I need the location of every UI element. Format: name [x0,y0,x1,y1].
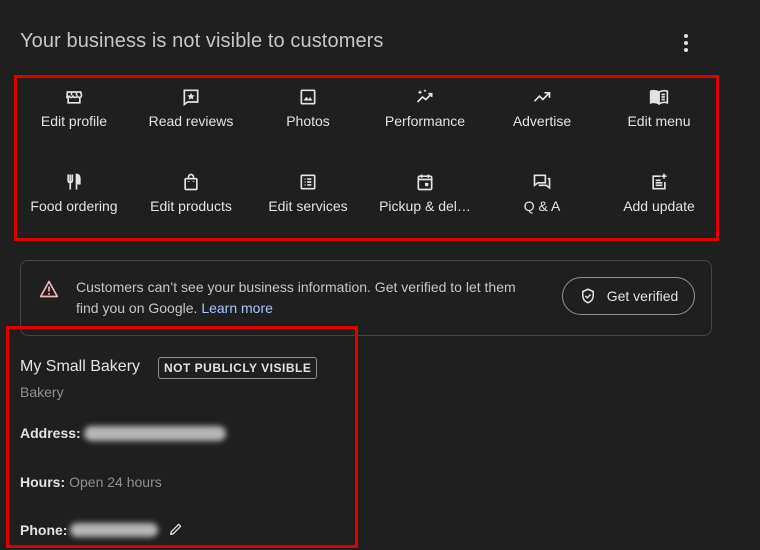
action-label: Edit services [268,198,348,214]
hours-label: Hours: [20,474,66,490]
action-label: Edit profile [40,113,108,129]
action-label: Performance [384,113,466,129]
address-label: Address: [20,425,81,441]
chat-bubbles-icon [531,171,553,193]
quick-actions-grid: Edit profile Read reviews Photos Perform… [16,76,716,240]
shopping-bag-icon [180,171,202,193]
q-and-a-button[interactable]: Q & A [482,161,602,217]
action-label: Q & A [523,198,561,214]
photos-button[interactable]: Photos [248,76,368,132]
action-label: Edit products [150,198,232,214]
action-label: Add update [623,198,695,214]
verified-shield-icon [579,287,597,305]
edit-products-button[interactable]: Edit products [131,161,251,217]
warning-icon [39,279,59,299]
restaurant-icon [63,171,85,193]
page-title: Your business is not visible to customer… [20,30,384,52]
more-options-button[interactable] [676,30,696,56]
storefront-icon [63,86,85,108]
redacted-phone [70,523,158,537]
alert-message: Customers can’t see your business inform… [76,277,536,319]
action-label: Advertise [512,113,572,129]
phone-row: Phone: [20,522,67,538]
phone-label: Phone: [20,522,68,538]
hours-row: Hours: Open 24 hours [20,474,162,490]
list-box-icon [297,171,319,193]
get-verified-button[interactable]: Get verified [562,277,695,315]
performance-button[interactable]: Performance [365,76,485,132]
edit-profile-button[interactable]: Edit profile [14,76,134,132]
star-box-icon [180,86,202,108]
calendar-icon [414,171,436,193]
business-name: My Small Bakery [20,358,141,375]
kebab-menu-icon [684,34,688,38]
action-label: Edit menu [627,113,691,129]
address-row: Address: [20,425,81,441]
edit-menu-button[interactable]: Edit menu [599,76,719,132]
post-add-icon [648,171,670,193]
hours-value: Open 24 hours [69,474,162,490]
trending-up-icon [531,86,553,108]
edit-phone-pencil-icon[interactable] [168,521,184,537]
business-category: Bakery [20,384,64,400]
verification-alert: Customers can’t see your business inform… [20,260,712,336]
add-update-button[interactable]: Add update [599,161,719,217]
learn-more-link[interactable]: Learn more [201,300,273,316]
pickup-delivery-button[interactable]: Pickup & del… [365,161,485,217]
read-reviews-button[interactable]: Read reviews [131,76,251,132]
action-label: Food ordering [30,198,118,214]
alert-text: Customers can’t see your business inform… [76,279,516,316]
menu-book-icon [648,86,670,108]
action-label: Read reviews [148,113,234,129]
advertise-button[interactable]: Advertise [482,76,602,132]
redacted-address [84,426,226,441]
food-ordering-button[interactable]: Food ordering [14,161,134,217]
action-label: Photos [286,113,330,129]
action-label: Pickup & del… [379,198,471,214]
edit-services-button[interactable]: Edit services [248,161,368,217]
visibility-badge: NOT PUBLICLY VISIBLE [158,357,318,379]
sparkle-trend-icon [414,86,436,108]
get-verified-label: Get verified [606,288,679,304]
image-icon [297,86,319,108]
